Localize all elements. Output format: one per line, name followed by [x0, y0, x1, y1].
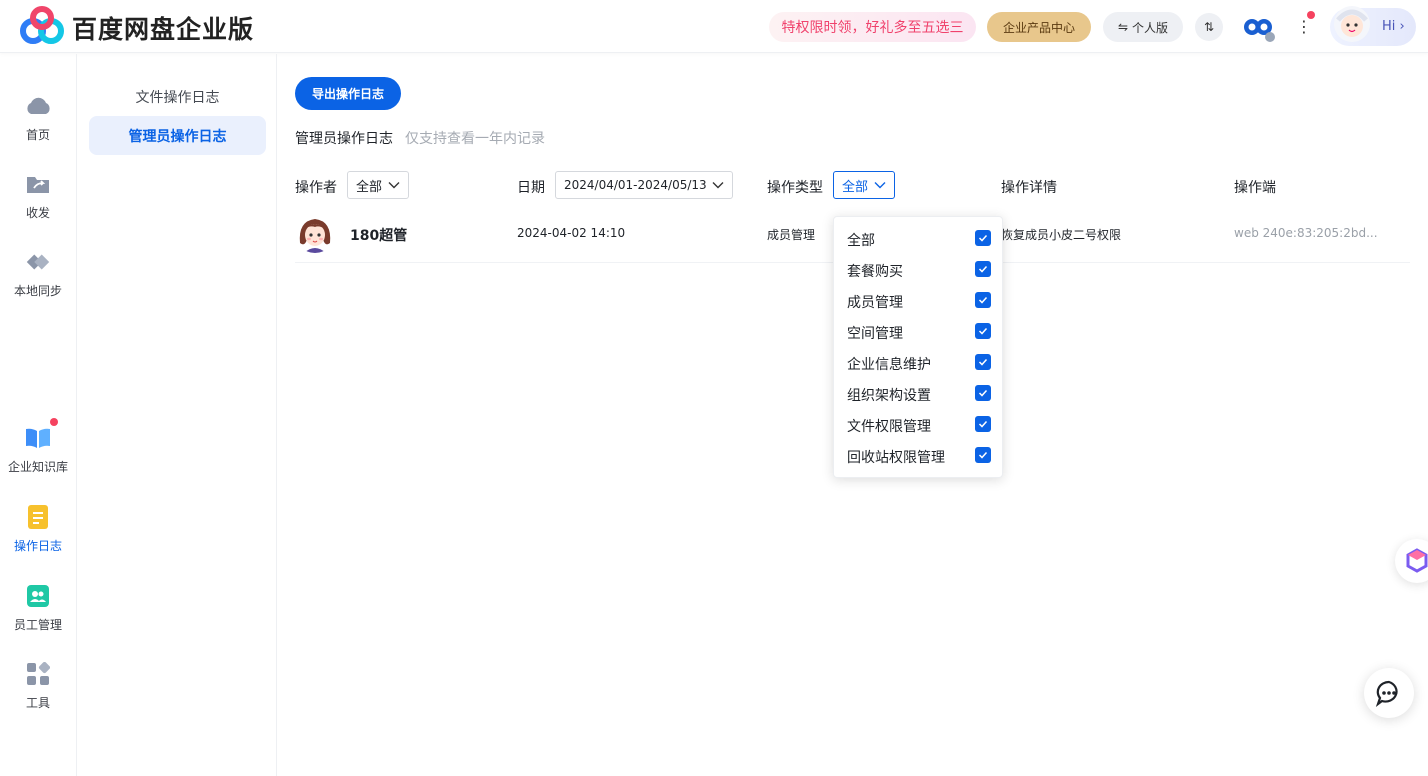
chat-float-button[interactable] — [1364, 668, 1414, 718]
ai-cube-icon — [1406, 548, 1428, 573]
chevron-down-icon — [712, 182, 724, 189]
rail-item-home[interactable]: 首页 — [0, 92, 76, 143]
top-bar: 百度网盘企业版 特权限时领，好礼多至五选三 企业产品中心 ⇋ 个人版 ⇅ ⋮ H… — [0, 0, 1428, 53]
hi-label: Hi › — [1382, 19, 1405, 34]
checkbox-checked-icon[interactable] — [975, 447, 991, 463]
rail-item-tools[interactable]: 工具 — [0, 660, 76, 711]
log-icon — [24, 503, 52, 531]
main-content: 导出操作日志 管理员操作日志 仅支持查看一年内记录 操作者 全部 日期 2024… — [278, 54, 1428, 776]
type-option-file-permission[interactable]: 文件权限管理 — [834, 410, 1004, 441]
rail-item-transfer[interactable]: 收发 — [0, 170, 76, 221]
enterprise-center-button[interactable]: 企业产品中心 — [987, 12, 1091, 42]
type-option-label: 文件权限管理 — [847, 419, 931, 435]
page-hint: 仅支持查看一年内记录 — [405, 131, 545, 147]
type-dropdown: 全部 套餐购买 成员管理 空间管理 企业信息维护 组织架构设置 文件权限管理 回… — [833, 216, 1003, 478]
operation-datetime: 2024-04-02 14:10 — [517, 226, 626, 240]
rail-item-staff[interactable]: 员工管理 — [0, 582, 76, 633]
rail-label-transfer: 收发 — [25, 206, 50, 220]
type-select-value: 全部 — [842, 179, 869, 195]
checkbox-checked-icon[interactable] — [975, 323, 991, 339]
notification-dot — [1307, 11, 1315, 19]
checkbox-checked-icon[interactable] — [975, 261, 991, 277]
date-range-picker[interactable]: 2024/04/01-2024/05/13 — [555, 171, 733, 199]
type-option-label: 套餐购买 — [847, 264, 903, 280]
checkbox-checked-icon[interactable] — [975, 385, 991, 401]
type-option-label: 组织架构设置 — [847, 388, 931, 404]
assistant-hi-button[interactable]: Hi › — [1330, 6, 1416, 46]
operator-name: 180超管 — [350, 228, 408, 244]
rail-label-home: 首页 — [25, 128, 50, 142]
promo-banner[interactable]: 特权限时领，好礼多至五选三 — [769, 12, 976, 42]
vip-badge-icon[interactable] — [1241, 12, 1277, 42]
checkbox-checked-icon[interactable] — [975, 354, 991, 370]
type-option-label: 企业信息维护 — [847, 357, 931, 373]
type-select[interactable]: 全部 — [833, 171, 895, 199]
type-option-enterprise-info[interactable]: 企业信息维护 — [834, 348, 1004, 379]
switch-icon: ⇋ — [1117, 20, 1129, 34]
rail-item-local-sync[interactable]: 本地同步 — [0, 248, 76, 299]
transfer-icon: ⇅ — [1203, 20, 1215, 34]
export-log-button[interactable]: 导出操作日志 — [295, 77, 401, 110]
rail-item-knowledge-base[interactable]: 企业知识库 — [0, 424, 76, 475]
brand-title: 百度网盘企业版 — [72, 15, 255, 44]
type-option-package[interactable]: 套餐购买 — [834, 255, 1004, 286]
avatar — [295, 213, 335, 253]
checkbox-checked-icon[interactable] — [975, 292, 991, 308]
rail-label-staff: 员工管理 — [13, 618, 62, 632]
checkbox-checked-icon[interactable] — [975, 230, 991, 246]
operator-select-value: 全部 — [356, 179, 383, 195]
ai-assistant-float-button[interactable] — [1395, 539, 1428, 583]
chevron-down-icon — [388, 182, 400, 189]
rail-item-operation-log[interactable]: 操作日志 — [0, 503, 76, 554]
operation-detail: 恢复成员小皮二号权限 — [1001, 228, 1122, 242]
type-option-recycle-permission[interactable]: 回收站权限管理 — [834, 441, 1004, 472]
chevron-down-icon — [874, 182, 886, 189]
rail-label-tools: 工具 — [25, 696, 50, 710]
rail-label-local-sync: 本地同步 — [13, 284, 62, 298]
baidu-netdisk-logo[interactable] — [19, 6, 65, 46]
transfer-button[interactable]: ⇅ — [1195, 13, 1223, 41]
cloud-icon — [24, 92, 52, 120]
checkbox-checked-icon[interactable] — [975, 416, 991, 432]
assistant-avatar-icon — [1334, 6, 1370, 42]
type-option-label: 成员管理 — [847, 295, 903, 311]
client-header: 操作端 — [1234, 180, 1276, 196]
more-menu-icon[interactable]: ⋮ — [1296, 14, 1312, 40]
type-option-space[interactable]: 空间管理 — [834, 317, 1004, 348]
type-option-label: 空间管理 — [847, 326, 903, 342]
book-icon — [24, 424, 52, 452]
chat-bubble-icon — [1375, 680, 1398, 707]
personal-edition-button[interactable]: ⇋ 个人版 — [1103, 12, 1183, 42]
rail-label-operation-log: 操作日志 — [13, 539, 62, 553]
detail-header: 操作详情 — [1001, 180, 1057, 196]
personal-edition-label: 个人版 — [1132, 20, 1169, 35]
rail-label-knowledge-base: 企业知识库 — [7, 460, 68, 474]
operator-header: 操作者 — [295, 180, 337, 196]
type-option-label: 回收站权限管理 — [847, 450, 945, 466]
type-option-all[interactable]: 全部 — [834, 224, 1004, 255]
date-range-value: 2024/04/01-2024/05/13 — [564, 178, 707, 192]
folder-share-icon — [24, 170, 52, 198]
operation-type: 成员管理 — [767, 228, 816, 242]
type-header: 操作类型 — [767, 180, 823, 196]
knowledge-base-dot — [50, 418, 58, 426]
type-option-member[interactable]: 成员管理 — [834, 286, 1004, 317]
date-header: 日期 — [517, 180, 545, 196]
type-option-org[interactable]: 组织架构设置 — [834, 379, 1004, 410]
sync-icon — [24, 248, 52, 276]
operation-client: web 240e:83:205:2bd... — [1234, 226, 1378, 240]
left-rail: 首页 收发 本地同步 企业知识库 操作日志 员工管理 工具 — [0, 54, 77, 776]
subnav-admin-log[interactable]: 管理员操作日志 — [89, 116, 266, 155]
staff-icon — [24, 582, 52, 610]
log-subnav: 文件操作日志 管理员操作日志 — [78, 54, 277, 776]
tools-icon — [24, 660, 52, 688]
operator-select[interactable]: 全部 — [347, 171, 409, 199]
type-option-label: 全部 — [847, 233, 875, 249]
page-title: 管理员操作日志 — [295, 131, 393, 147]
subnav-file-log[interactable]: 文件操作日志 — [89, 77, 266, 116]
